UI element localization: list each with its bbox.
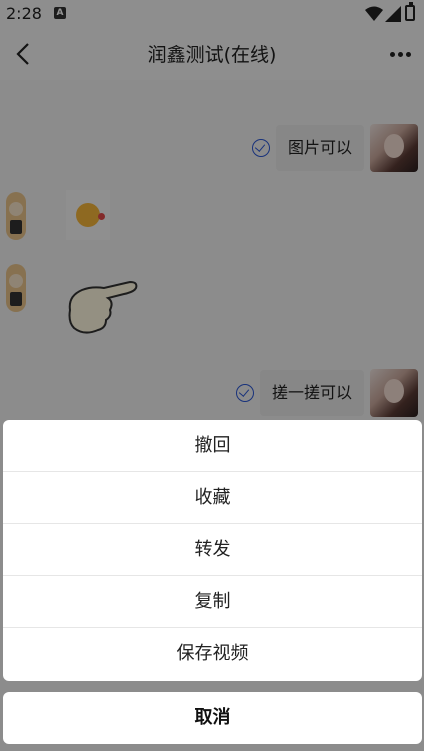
forward-button[interactable]: 转发 [3,524,422,576]
message-action-sheet: 撤回 收藏 转发 复制 保存视频 [3,420,422,681]
copy-button[interactable]: 复制 [3,576,422,628]
favorite-button[interactable]: 收藏 [3,472,422,524]
cancel-button[interactable]: 取消 [3,692,422,744]
save-video-button[interactable]: 保存视频 [3,628,422,680]
recall-button[interactable]: 撤回 [3,420,422,472]
